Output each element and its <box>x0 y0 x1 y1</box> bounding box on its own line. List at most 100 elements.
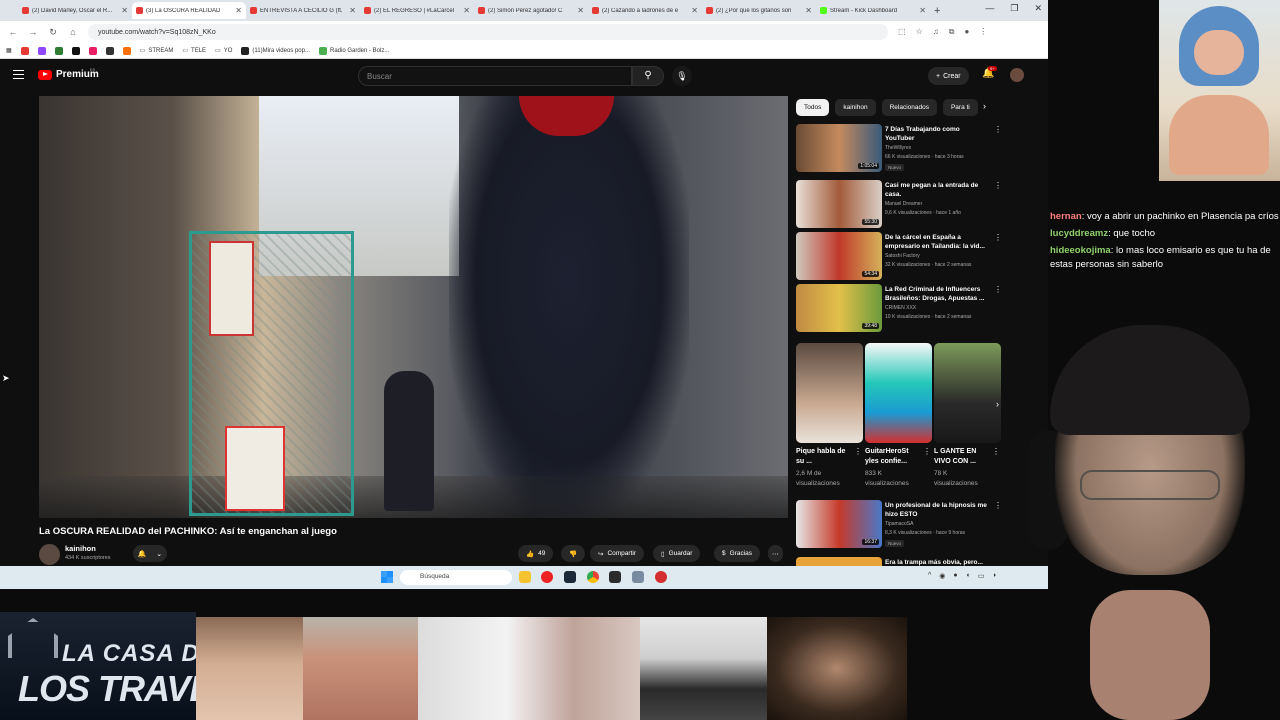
close-tab-icon[interactable]: ✕ <box>349 6 356 15</box>
minimize-icon[interactable]: — <box>985 3 994 14</box>
extensions-icon[interactable]: ⧉ <box>949 27 955 37</box>
settings-icon[interactable] <box>632 571 644 583</box>
close-tab-icon[interactable]: ✕ <box>463 6 470 15</box>
more-vertical-icon[interactable]: ⋮ <box>994 125 1002 134</box>
browser-tab[interactable]: (2) Simón Pérez agotado! C ✕ <box>474 2 588 19</box>
browser-tab[interactable]: (2) EL REGRESO | #LaCarcel ✕ <box>360 2 474 19</box>
terminal-icon[interactable] <box>609 571 621 583</box>
short-item[interactable]: Pique habla de su ... 2,6 M de visualiza… <box>796 343 863 493</box>
new-tab-button[interactable]: + <box>934 5 940 17</box>
thanks-button[interactable]: $ Gracias <box>714 545 761 562</box>
share-button[interactable]: ↪ Compartir <box>590 545 644 562</box>
taskbar-search-input[interactable]: Búsqueda <box>400 570 512 585</box>
close-window-icon[interactable]: ✕ <box>1034 3 1042 14</box>
recommendation-item[interactable]: 55:30 Casi me pegan a la entrada de casa… <box>796 180 1006 230</box>
close-tab-icon[interactable]: ✕ <box>919 6 926 15</box>
bookmark-folder-tele[interactable]: ▭ TELE <box>182 47 206 55</box>
browser-menu-icon[interactable]: ⋮ <box>979 27 987 37</box>
media-icon[interactable]: ♫ <box>933 27 939 37</box>
chip-all[interactable]: Todos <box>796 99 830 116</box>
close-tab-icon[interactable]: ✕ <box>577 6 584 15</box>
install-icon[interactable]: ⬚ <box>898 27 906 37</box>
bookmark-icon[interactable] <box>54 46 63 55</box>
recommendation-thumbnail[interactable]: 1:05:04 <box>796 124 882 172</box>
close-tab-icon[interactable]: ✕ <box>235 6 242 15</box>
video-clip-thumbnail <box>418 617 640 720</box>
bookmark-icon[interactable] <box>88 46 97 55</box>
reload-icon[interactable]: ↻ <box>48 27 58 38</box>
plus-icon: + <box>936 72 941 80</box>
browser-tab[interactable]: (2) David Marley, Oscar el R... ✕ <box>18 2 132 19</box>
windows-start-icon[interactable] <box>381 571 393 583</box>
dislike-button[interactable]: 👎 <box>561 545 586 562</box>
recommendation-thumbnail[interactable]: 16:37 <box>796 500 882 548</box>
chevron-up-icon[interactable]: ^ <box>928 572 931 580</box>
channel-name[interactable]: kainihon <box>65 544 96 553</box>
url-field[interactable]: youtube.com/watch?v=Sq108zN_KKo <box>88 24 888 40</box>
chat-username: hernan <box>1050 211 1082 222</box>
bookmark-star-icon[interactable]: ☆ <box>916 27 923 37</box>
voice-search-button[interactable]: 🎙 <box>672 66 692 86</box>
video-frame-person <box>449 96 689 516</box>
chip-related[interactable]: Relacionados <box>881 99 937 116</box>
forward-icon[interactable]: → <box>28 27 38 37</box>
search-button[interactable]: ⚲ <box>632 66 664 86</box>
apps-icon[interactable]: ▦ <box>6 47 12 54</box>
file-explorer-icon[interactable] <box>519 571 531 583</box>
account-avatar[interactable] <box>1010 68 1024 82</box>
search-input[interactable]: Buscar <box>358 66 632 86</box>
recommendation-thumbnail[interactable]: 54:34 <box>796 232 882 280</box>
more-vertical-icon[interactable]: ⋮ <box>994 181 1002 190</box>
channel-avatar[interactable] <box>39 544 60 565</box>
opera-icon[interactable] <box>541 571 553 583</box>
recommendation-thumbnail[interactable] <box>796 557 882 566</box>
recommendation-item[interactable]: 54:34 De la cárcel en España a empresari… <box>796 232 1006 282</box>
steam-icon[interactable] <box>564 571 576 583</box>
home-icon[interactable]: ⌂ <box>68 27 78 37</box>
more-vertical-icon[interactable]: ⋮ <box>994 233 1002 242</box>
video-player[interactable] <box>39 96 788 518</box>
recommendation-item[interactable]: 1:05:04 7 Días Trabajando como YouTuber … <box>796 124 1006 174</box>
chrome-icon[interactable] <box>587 571 599 583</box>
bookmark-link[interactable]: Radio Garden - Bolz... <box>318 46 389 55</box>
bookmark-icon[interactable] <box>37 46 46 55</box>
youtube-logo[interactable]: Premium ES <box>38 67 99 80</box>
bookmark-link[interactable]: (11)Mira videos pop... <box>241 46 310 55</box>
more-vertical-icon[interactable]: ⋮ <box>923 447 931 456</box>
more-vertical-icon[interactable]: ⋮ <box>994 285 1002 294</box>
browser-tab[interactable]: (2) Cazando a ladrones de e ✕ <box>588 2 702 19</box>
browser-tab-active[interactable]: (3) La OSCURA REALIDAD ✕ <box>132 2 246 19</box>
close-tab-icon[interactable]: ✕ <box>805 6 812 15</box>
bookmark-icon[interactable] <box>105 46 114 55</box>
recommendation-thumbnail[interactable]: 39:48 <box>796 284 882 332</box>
save-button[interactable]: ▯ Guardar <box>653 545 701 562</box>
profile-icon[interactable]: ● <box>964 27 969 37</box>
like-button[interactable]: 👍 49 <box>518 545 554 562</box>
short-item[interactable]: GuitarHeroSt yles confie... 833 K visual… <box>865 343 932 493</box>
maximize-icon[interactable]: ❐ <box>1010 3 1018 14</box>
hamburger-menu-icon[interactable] <box>13 70 24 79</box>
bookmark-folder-yo[interactable]: ▭ YO <box>215 47 232 55</box>
browser-tab[interactable]: ENTREVISTA A CECILIO G (ft. ✕ <box>246 2 360 19</box>
bookmark-icon[interactable] <box>20 46 29 55</box>
subscription-bell-button[interactable]: 🔔 ⌄ <box>133 545 167 562</box>
short-thumbnail[interactable] <box>865 343 932 443</box>
create-button[interactable]: + Crear <box>928 67 969 85</box>
chip-channel[interactable]: kainihon <box>835 99 876 116</box>
more-actions-button[interactable]: ⋯ <box>768 545 783 562</box>
app-icon[interactable] <box>655 571 667 583</box>
bookmark-folder-stream[interactable]: ▭ STREAM <box>140 47 174 55</box>
short-thumbnail[interactable] <box>796 343 863 443</box>
close-tab-icon[interactable]: ✕ <box>691 6 698 15</box>
webcam-person-face <box>1194 30 1244 75</box>
chip-for-you[interactable]: Para ti <box>942 99 978 116</box>
browser-tab[interactable]: (2) ¿Por qué los gitanos son ✕ <box>702 2 816 19</box>
chevron-right-icon[interactable]: › <box>983 101 986 111</box>
close-tab-icon[interactable]: ✕ <box>121 6 128 15</box>
browser-tab[interactable]: Stream - Kick Dashboard ✕ <box>816 2 930 19</box>
bookmark-icon[interactable] <box>71 46 80 55</box>
bookmark-icon[interactable] <box>122 46 131 55</box>
back-icon[interactable]: ← <box>8 27 18 37</box>
recommendation-thumbnail[interactable]: 55:30 <box>796 180 882 228</box>
more-vertical-icon[interactable]: ⋮ <box>854 447 862 456</box>
